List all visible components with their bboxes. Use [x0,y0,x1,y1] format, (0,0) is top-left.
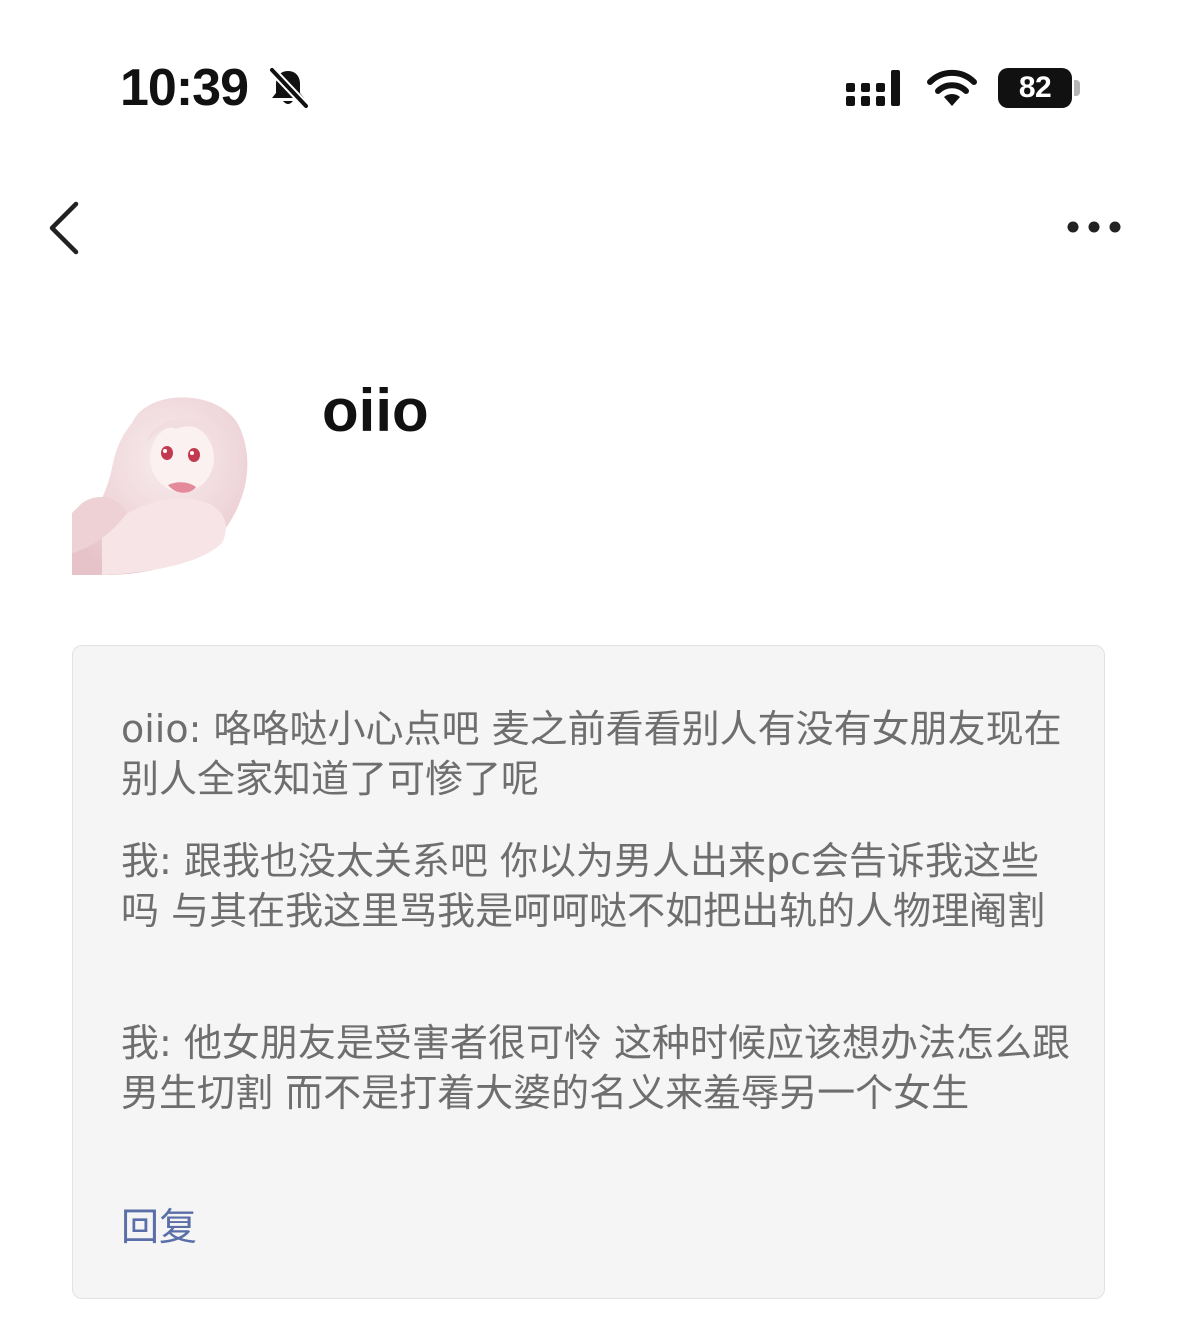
avatar-image [72,383,264,575]
status-time: 10:39 [120,59,249,117]
bell-slash-icon [268,66,310,110]
signal-icon [846,70,900,106]
wifi-icon [927,69,977,106]
battery-icon: 82 [998,68,1072,108]
avatar[interactable] [72,383,264,575]
message-text: oiio: 咯咯哒小心点吧 麦之前看看别人有没有女朋友现在别人全家知道了可惨了呢 [121,707,1062,801]
more-button[interactable] [1060,212,1130,242]
battery-cap [1074,80,1080,96]
message-text: 我: 跟我也没太关系吧 你以为男人出来pc会告诉我这些吗 与其在我这里骂我是呵呵… [121,839,1046,933]
reply-button[interactable]: 回复 [121,1202,197,1252]
username: oiio [322,377,429,444]
message-card: oiio: 咯咯哒小心点吧 麦之前看看别人有没有女朋友现在别人全家知道了可惨了呢… [72,645,1105,1299]
message-text: 我: 他女朋友是受害者很可怜 这种时候应该想办法怎么跟男生切割 而不是打着大婆的… [121,1021,1070,1115]
back-button[interactable] [40,196,92,260]
